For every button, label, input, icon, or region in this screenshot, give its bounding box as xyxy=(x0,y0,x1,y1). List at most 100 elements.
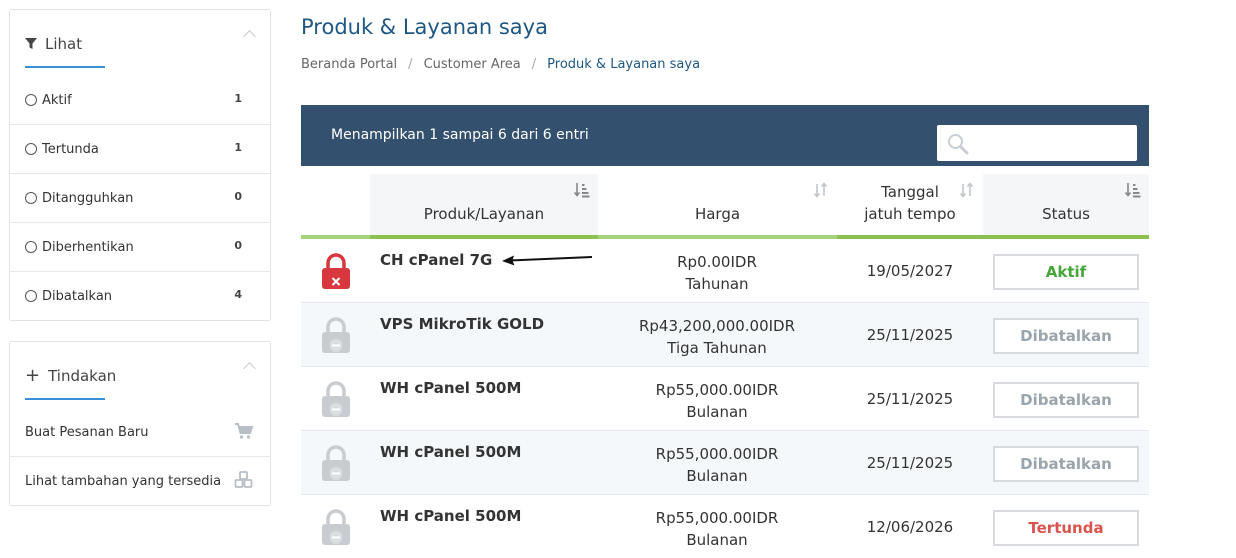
column-header-due-date[interactable]: Tanggal jatuh tempo xyxy=(837,174,983,239)
radio-icon[interactable] xyxy=(25,241,37,253)
product-price: Rp55,000.00IDR Bulanan xyxy=(598,379,836,423)
table-header: Produk/Layanan Harga Tanggal jatuh tempo… xyxy=(301,174,1149,239)
sort-amount-desc-icon xyxy=(574,183,590,198)
due-date: 19/05/2027 xyxy=(866,262,954,280)
radio-icon[interactable] xyxy=(25,94,37,106)
product-name[interactable]: CH cPanel 7G xyxy=(380,251,492,269)
due-date: 25/11/2025 xyxy=(866,390,954,408)
filter-item-diberhentikan[interactable]: Diberhentikan 0 xyxy=(10,223,270,272)
product-name[interactable]: WH cPanel 500M xyxy=(380,507,521,525)
column-header-price[interactable]: Harga xyxy=(598,174,837,239)
actions-panel-title: Tindakan xyxy=(48,367,117,385)
filter-item-label: Diberhentikan xyxy=(42,240,134,255)
lock-icon xyxy=(322,317,350,353)
search-icon xyxy=(948,134,969,155)
price-amount: Rp43,200,000.00IDR xyxy=(638,317,796,335)
filter-panel: Lihat Aktif 1 Tertunda 1 Ditangguhkan 0 … xyxy=(9,9,271,321)
filter-item-label: Dibatalkan xyxy=(42,289,113,304)
table-info: Menampilkan 1 sampai 6 dari 6 entri xyxy=(331,127,589,143)
annotation-arrow-icon xyxy=(502,255,593,266)
filter-panel-title: Lihat xyxy=(45,35,83,53)
actions-panel: + Tindakan Buat Pesanan Baru Lihat tamba… xyxy=(9,341,271,506)
filter-panel-header[interactable]: Lihat xyxy=(10,10,270,68)
lock-red-icon xyxy=(322,253,350,289)
sort-amount-desc-icon xyxy=(1125,183,1141,198)
billing-cycle: Bulanan xyxy=(686,467,748,485)
radio-icon[interactable] xyxy=(25,192,37,204)
filter-item-ditangguhkan[interactable]: Ditangguhkan 0 xyxy=(10,174,270,223)
cart-icon xyxy=(235,423,254,439)
product-name[interactable]: VPS MikroTik GOLD xyxy=(380,315,544,333)
filter-item-dibatalkan[interactable]: Dibatalkan 4 xyxy=(10,272,270,321)
filter-panel-underline xyxy=(25,66,105,68)
table-row[interactable]: VPS MikroTik GOLD Rp43,200,000.00IDR Tiga … xyxy=(301,303,1149,367)
filter-item-label: Tertunda xyxy=(42,142,99,157)
price-amount: Rp55,000.00IDR xyxy=(655,509,779,527)
lock-icon xyxy=(322,381,350,417)
actions-panel-underline xyxy=(25,398,105,400)
cubes-icon xyxy=(234,471,253,488)
product-price: Rp43,200,000.00IDR Tiga Tahunan xyxy=(598,315,836,359)
filter-item-label: Aktif xyxy=(42,93,72,108)
breadcrumb-home[interactable]: Beranda Portal xyxy=(301,57,397,72)
due-date: 25/11/2025 xyxy=(866,454,954,472)
filter-item-count: 0 xyxy=(234,239,242,252)
status-badge: Tertunda xyxy=(993,510,1139,546)
search-input[interactable] xyxy=(973,131,1128,155)
action-list: Buat Pesanan Baru Lihat tambahan yang te… xyxy=(10,408,270,506)
breadcrumb-separator: / xyxy=(531,57,537,72)
page-title: Produk & Layanan saya xyxy=(301,15,548,39)
table-row[interactable]: WH cPanel 500M Rp55,000.00IDR Bulanan 12/06… xyxy=(301,495,1149,558)
filter-item-aktif[interactable]: Aktif 1 xyxy=(10,76,270,125)
price-amount: Rp0.00IDR xyxy=(677,253,757,271)
filter-item-count: 0 xyxy=(234,190,242,203)
filter-item-count: 4 xyxy=(234,288,242,301)
breadcrumb-current: Produk & Layanan saya xyxy=(547,57,701,72)
column-header-status[interactable]: Status xyxy=(983,174,1149,239)
action-view-addons[interactable]: Lihat tambahan yang tersedia xyxy=(10,457,270,506)
radio-icon[interactable] xyxy=(25,290,37,302)
column-header-label: Produk/Layanan xyxy=(423,205,545,223)
action-new-order[interactable]: Buat Pesanan Baru xyxy=(10,408,270,457)
filter-list: Aktif 1 Tertunda 1 Ditangguhkan 0 Diberh… xyxy=(10,76,270,321)
action-item-label: Buat Pesanan Baru xyxy=(25,425,149,440)
lock-icon xyxy=(322,445,350,481)
table-row[interactable]: WH cPanel 500M Rp55,000.00IDR Bulanan 25/11… xyxy=(301,367,1149,431)
billing-cycle: Tiga Tahunan xyxy=(667,339,767,357)
radio-icon[interactable] xyxy=(25,143,37,155)
price-amount: Rp55,000.00IDR xyxy=(655,445,779,463)
table-row[interactable]: WH cPanel 500M Rp55,000.00IDR Bulanan 25/11… xyxy=(301,431,1149,495)
filter-item-label: Ditangguhkan xyxy=(42,191,134,206)
billing-cycle: Bulanan xyxy=(686,403,748,421)
product-name[interactable]: WH cPanel 500M xyxy=(380,443,521,461)
status-badge: Aktif xyxy=(993,254,1139,290)
actions-panel-header[interactable]: + Tindakan xyxy=(10,342,270,400)
column-header-label-line2: jatuh tempo xyxy=(864,205,956,223)
filter-icon xyxy=(25,38,37,49)
column-header-icon xyxy=(301,174,370,239)
breadcrumb-separator: / xyxy=(408,57,413,72)
filter-item-count: 1 xyxy=(234,92,242,105)
due-date: 25/11/2025 xyxy=(866,326,954,344)
column-header-product[interactable]: Produk/Layanan xyxy=(370,174,598,239)
product-price: Rp55,000.00IDR Bulanan xyxy=(598,507,836,551)
breadcrumb: Beranda Portal / Customer Area / Produk … xyxy=(301,57,700,72)
sort-icon xyxy=(959,182,974,198)
table-toolbar: Menampilkan 1 sampai 6 dari 6 entri xyxy=(301,105,1149,166)
due-date: 12/06/2026 xyxy=(866,518,954,536)
search-box[interactable] xyxy=(937,125,1137,161)
product-price: Rp0.00IDR Tahunan xyxy=(598,251,836,295)
table-row[interactable]: CH cPanel 7G Rp0.00IDR Tahunan 19/05/2027 Ak… xyxy=(301,239,1149,303)
filter-item-count: 1 xyxy=(234,141,242,154)
filter-item-tertunda[interactable]: Tertunda 1 xyxy=(10,125,270,174)
product-name[interactable]: WH cPanel 500M xyxy=(380,379,521,397)
column-header-label: Harga xyxy=(694,205,741,223)
plus-icon: + xyxy=(25,365,41,386)
status-badge: Dibatalkan xyxy=(993,446,1139,482)
billing-cycle: Bulanan xyxy=(686,531,748,549)
status-badge: Dibatalkan xyxy=(993,382,1139,418)
breadcrumb-customer-area[interactable]: Customer Area xyxy=(424,57,521,72)
lock-icon xyxy=(322,509,350,545)
price-amount: Rp55,000.00IDR xyxy=(655,381,779,399)
product-price: Rp55,000.00IDR Bulanan xyxy=(598,443,836,487)
